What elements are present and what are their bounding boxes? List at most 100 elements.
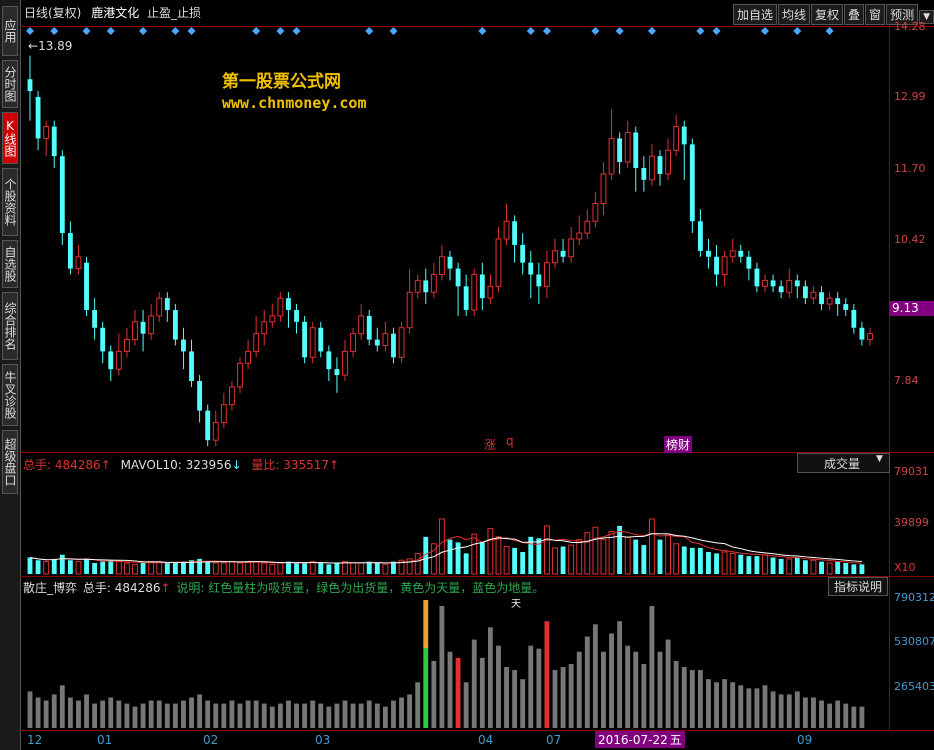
volume-bar-down <box>67 560 73 574</box>
indicator-bar <box>269 706 275 728</box>
sidebar-tab-7[interactable]: 超级盘口 <box>2 430 18 494</box>
indicator-bar <box>294 703 299 728</box>
price-axis-label: 14.28 <box>894 20 926 33</box>
candle-body-down <box>851 310 857 328</box>
signal-diamond <box>276 27 285 35</box>
sidebar-tab-3[interactable]: 个股资料 <box>2 168 18 236</box>
volume-bar-up <box>584 532 591 575</box>
candle-body-down <box>164 298 170 310</box>
volume-bar-down <box>835 561 841 574</box>
indicator-help-button[interactable]: 指标说明 <box>828 577 888 596</box>
indicator-bar-tianliang <box>423 600 429 648</box>
volume-bar-down <box>108 560 114 574</box>
sidebar-tab-2[interactable]: K线图 <box>2 112 18 164</box>
time-axis-label: 02 <box>203 733 219 747</box>
candle-body-up <box>237 362 243 388</box>
indicator-bar <box>229 700 235 728</box>
signal-diamond <box>252 27 261 35</box>
volume-bar-up <box>568 544 575 575</box>
event-tag-q[interactable]: q <box>506 434 514 448</box>
mavol-value: 323956 <box>185 458 232 472</box>
candle-body-down <box>778 286 784 293</box>
indicator-bar <box>609 633 614 728</box>
signal-diamond <box>171 27 180 35</box>
signal-diamond <box>365 27 374 35</box>
volume-unit: X10 <box>894 561 916 574</box>
candle-body-down <box>140 321 146 334</box>
candle-body-up <box>503 220 510 240</box>
indicator-bar <box>536 648 542 728</box>
toolbar-button-1[interactable]: 均线 <box>778 4 811 25</box>
kline-chart[interactable] <box>20 26 889 730</box>
volume-bar-down <box>59 554 65 574</box>
candle-body-down <box>205 410 211 441</box>
candle-body-down <box>520 244 526 263</box>
volume-bar-down <box>657 539 663 574</box>
toolbar-button-3[interactable]: 叠 <box>844 4 865 25</box>
price-axis-divider <box>889 26 890 730</box>
candle-body-down <box>391 333 396 358</box>
candle-body-down <box>374 339 380 346</box>
volume-bar-up <box>245 561 251 575</box>
chart-mode-label[interactable]: 日线(复权) <box>24 6 81 20</box>
signal-diamond <box>647 27 656 35</box>
up-arrow-icon: ↑ <box>329 458 340 472</box>
indicator-bar <box>455 657 461 728</box>
volume-indicator-select[interactable]: 成交量 ▼ <box>797 453 890 473</box>
time-axis-label: 01 <box>97 733 113 747</box>
indicator-bar <box>487 627 493 728</box>
sidebar-tab-1[interactable]: 分时图 <box>2 60 18 108</box>
candle-body-up <box>608 137 615 175</box>
event-tag-bangcai[interactable]: 榜财 <box>664 436 693 453</box>
toolbar-button-4[interactable]: 窗 <box>865 4 886 25</box>
indicator-bar <box>568 663 574 728</box>
toolbar-button-2[interactable]: 复权 <box>811 4 844 25</box>
candle-body-up <box>269 315 276 323</box>
price-axis-label: 11.70 <box>894 162 926 175</box>
indicator-bar <box>245 700 251 728</box>
stock-name: 鹿港文化 <box>91 6 140 20</box>
sidebar-tab-5[interactable]: 综合排名 <box>2 292 18 360</box>
indicator-bar <box>819 700 824 728</box>
candle-body-up <box>358 315 365 335</box>
signal-diamond <box>591 27 600 35</box>
candle-body-up <box>220 404 227 423</box>
event-tag-zhang[interactable]: 涨 <box>484 436 496 453</box>
volume-bar-up <box>269 563 276 575</box>
time-axis-label: 12 <box>27 733 43 747</box>
indicator-axis-mid: 530807 <box>894 635 934 648</box>
candle-body-up <box>342 350 348 376</box>
indicator-bar <box>366 700 372 728</box>
volume-bar-down <box>633 539 639 574</box>
candle-body-up <box>495 238 502 287</box>
candle-body-down <box>714 256 719 275</box>
time-axis-label: 09 <box>797 733 813 747</box>
volume-bar-down <box>689 547 695 574</box>
candle-body-down <box>641 168 647 180</box>
indicator-bar <box>576 651 582 728</box>
indicator-bar <box>156 700 162 728</box>
sidebar-tab-0[interactable]: 应用 <box>2 6 18 56</box>
candle-body-down <box>108 351 114 370</box>
volume-bar-up <box>220 562 227 575</box>
sidebar-tab-6[interactable]: 牛叉诊股 <box>2 364 18 426</box>
toolbar-button-0[interactable]: 加自选 <box>732 4 777 25</box>
indicator-bar <box>681 667 687 728</box>
indicator-bar <box>471 639 477 728</box>
indicator-bar <box>310 700 316 728</box>
candle-body-down <box>802 286 808 299</box>
indicator-bar <box>423 645 429 728</box>
volume-bar-down <box>520 552 526 574</box>
candle-body-up <box>576 232 583 240</box>
indicator-bar <box>172 703 178 728</box>
volume-bar-up <box>132 563 138 575</box>
signal-diamond <box>615 27 624 35</box>
sidebar-tab-4[interactable]: 自选股 <box>2 240 18 288</box>
volume-bar-up <box>277 562 284 575</box>
volume-bar-up <box>576 539 583 575</box>
indicator-bar <box>552 670 558 728</box>
candle-body-up <box>649 155 655 181</box>
candle-body-down <box>689 144 695 222</box>
volume-bar-down <box>802 560 808 574</box>
indicator-bar <box>100 700 106 728</box>
